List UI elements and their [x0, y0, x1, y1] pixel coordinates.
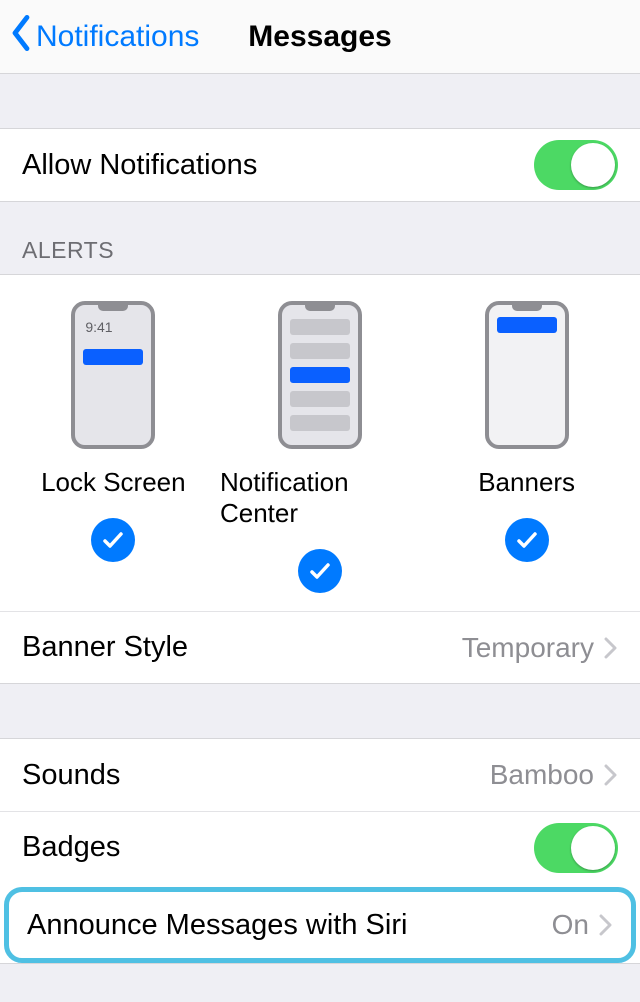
alerts-group: 9:41 Lock Screen Notification Center	[0, 274, 640, 684]
notification-center-preview-icon	[278, 301, 362, 449]
badges-label: Badges	[22, 831, 120, 864]
sounds-row[interactable]: Sounds Bamboo	[0, 739, 640, 811]
toggle-knob	[571, 143, 615, 187]
back-button[interactable]: Notifications	[6, 15, 199, 59]
allow-notifications-label: Allow Notifications	[22, 149, 257, 182]
alert-previews: 9:41 Lock Screen Notification Center	[0, 275, 640, 611]
announce-value: On	[552, 909, 589, 941]
checkmark-icon	[298, 549, 342, 593]
alert-option-lock-screen[interactable]: 9:41 Lock Screen	[13, 301, 213, 593]
chevron-right-icon	[604, 764, 618, 786]
checkmark-icon	[91, 518, 135, 562]
toggle-knob	[571, 826, 615, 870]
banners-preview-icon	[485, 301, 569, 449]
checkmark-icon	[505, 518, 549, 562]
lock-screen-preview-icon: 9:41	[71, 301, 155, 449]
allow-notifications-group: Allow Notifications	[0, 128, 640, 202]
chevron-left-icon	[8, 15, 34, 59]
alert-label: Lock Screen	[41, 467, 186, 498]
allow-notifications-row: Allow Notifications	[0, 129, 640, 201]
alert-option-banners[interactable]: Banners	[427, 301, 627, 593]
chevron-right-icon	[599, 914, 613, 936]
allow-notifications-toggle[interactable]	[534, 140, 618, 190]
alerts-section-header: ALERTS	[0, 202, 640, 274]
preview-time: 9:41	[85, 319, 112, 335]
banner-style-row[interactable]: Banner Style Temporary	[0, 611, 640, 683]
sounds-label: Sounds	[22, 759, 120, 792]
announce-highlight: Announce Messages with Siri On	[4, 887, 636, 963]
banner-style-value: Temporary	[462, 632, 594, 664]
announce-label: Announce Messages with Siri	[27, 909, 407, 942]
back-label: Notifications	[36, 20, 199, 54]
sounds-value: Bamboo	[490, 759, 594, 791]
navigation-bar: Notifications Messages	[0, 0, 640, 74]
options-group: Sounds Bamboo Badges Announce Messages w…	[0, 738, 640, 964]
badges-toggle[interactable]	[534, 823, 618, 873]
page-title: Messages	[248, 20, 391, 54]
chevron-right-icon	[604, 637, 618, 659]
announce-messages-row[interactable]: Announce Messages with Siri On	[11, 894, 629, 956]
alert-option-notification-center[interactable]: Notification Center	[220, 301, 420, 593]
alert-label: Notification Center	[220, 467, 420, 529]
banner-style-label: Banner Style	[22, 631, 188, 664]
alert-label: Banners	[478, 467, 575, 498]
badges-row: Badges	[0, 811, 640, 883]
